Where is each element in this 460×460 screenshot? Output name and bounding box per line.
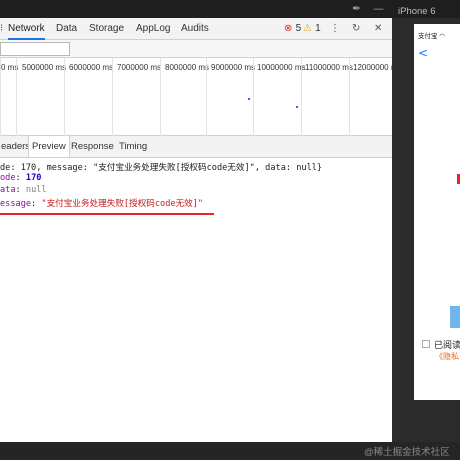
devtools-panel: ⁝ Network Data Storage AppLog Audits ⊗ 5… (0, 18, 401, 442)
timeline-tick-label: 10000000 ms (257, 63, 306, 72)
back-icon[interactable]: < (418, 46, 428, 60)
minus-icon[interactable]: — (373, 2, 384, 15)
preview-code-line: ode: 170 (0, 173, 42, 183)
preview-message-line: essage: "支付宝业务处理失败[授权码code无效]" (0, 199, 204, 209)
error-count-badge[interactable]: ⊗ 5 (284, 18, 301, 40)
timeline-tick-label: 7000000 ms (117, 63, 162, 72)
warning-icon: ⚠ (303, 23, 312, 34)
response-preview: de: 170, message: "支付宝业务处理失败[授权码code无效]"… (0, 158, 392, 442)
window-top-bar: ✒ — iPhone 6 (0, 0, 460, 18)
tab-applog[interactable]: AppLog (136, 18, 170, 40)
timeline-tick: 6000000 ms (64, 58, 113, 136)
status-bar: 支付宝 ◠ (418, 33, 445, 40)
warning-count-badge[interactable]: ⚠ 1 (303, 18, 321, 40)
timeline-tick-label: 5000000 ms (22, 63, 67, 72)
tab-preview[interactable]: Preview (28, 136, 70, 157)
data-key: ata (0, 185, 16, 195)
warning-count: 1 (315, 23, 321, 34)
code-key: ode (0, 173, 16, 183)
request-marker (296, 106, 298, 108)
privacy-link[interactable]: 《隐私 (435, 351, 459, 362)
devtools-tab-bar: ⁝ Network Data Storage AppLog Audits ⊗ 5… (0, 18, 392, 40)
timeline-tick: 9000000 ms (206, 58, 255, 136)
more-options-icon[interactable]: ⋮ (330, 18, 340, 40)
data-value: null (25, 185, 47, 195)
message-value: "支付宝业务处理失败[授权码code无效]" (41, 199, 204, 209)
request-marker (248, 98, 250, 100)
tab-data[interactable]: Data (56, 18, 77, 40)
refresh-icon[interactable]: ↻ (352, 18, 360, 40)
tab-response[interactable]: Response (68, 136, 117, 157)
tab-storage[interactable]: Storage (89, 18, 124, 40)
filter-row (0, 40, 392, 58)
tab-audits[interactable]: Audits (181, 18, 209, 40)
timeline-tick: 11000000 ms (301, 58, 353, 136)
timeline-tick: 10000000 ms (253, 58, 305, 136)
vector-pen-icon[interactable]: ✒ (352, 2, 361, 15)
highlight-underline (0, 213, 214, 215)
timeline-tick: 8000000 ms (160, 58, 209, 136)
preview-summary-line[interactable]: de: 170, message: "支付宝业务处理失败[授权码code无效]"… (0, 161, 322, 173)
filter-input[interactable] (0, 42, 70, 56)
preview-data-line: ata: null (0, 185, 47, 195)
timeline-tick: 0 ms (0, 58, 18, 136)
timeline-tick-label: 12000000 ms (353, 63, 402, 72)
timeline-tick-label: 6000000 ms (69, 63, 114, 72)
simulator-title: iPhone 6 (398, 6, 436, 17)
error-icon: ⊗ (284, 23, 293, 34)
timeline-tick: 12000000 ms (349, 58, 401, 136)
agree-checkbox[interactable] (422, 340, 430, 348)
tab-timing[interactable]: Timing (116, 136, 150, 157)
message-key: essage (0, 199, 32, 209)
network-timeline: 0 ms 5000000 ms 6000000 ms 7000000 ms 80… (0, 58, 401, 136)
timeline-tick-label: 9000000 ms (211, 63, 256, 72)
request-detail-tabs: eaders Preview Response Timing (0, 136, 392, 158)
code-value: 170 (25, 173, 42, 183)
timeline-tick-label: 8000000 ms (165, 63, 210, 72)
agree-label: 已阅读 (434, 340, 460, 350)
watermark: @稀土掘金技术社区 (364, 447, 450, 458)
timeline-tick: 5000000 ms (16, 58, 66, 136)
panel-toggle-icon[interactable]: ⁝ (0, 18, 3, 40)
confirm-button[interactable] (450, 306, 460, 328)
error-count: 5 (295, 23, 302, 34)
timeline-tick: 7000000 ms (112, 58, 161, 136)
phone-screen: 支付宝 ◠ < 已阅读 《隐私 (414, 24, 460, 400)
timeline-tick-label: 11000000 ms (305, 63, 353, 72)
tab-network[interactable]: Network (8, 18, 45, 40)
close-icon[interactable]: ✕ (374, 18, 382, 40)
